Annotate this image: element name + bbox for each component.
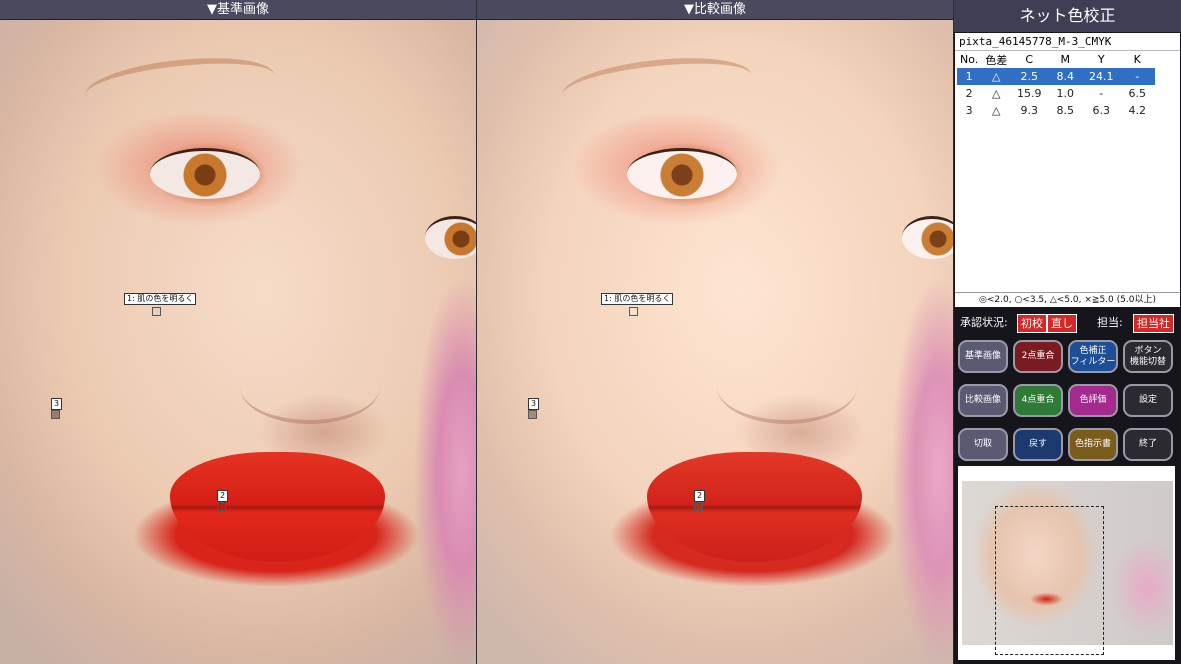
eye (150, 148, 260, 199)
eye-right (425, 216, 476, 259)
color-eval-button[interactable]: 色評価 (1068, 384, 1118, 417)
col-k: K (1133, 53, 1141, 66)
table-row[interactable]: 1 △ 2.5 8.4 24.1 - (957, 68, 1156, 85)
base-image-button[interactable]: 基準画像 (958, 340, 1008, 373)
marker-1-label[interactable]: 1: 肌の色を明るく (124, 293, 197, 305)
base-image[interactable]: 1: 肌の色を明るく 3 2 (0, 20, 476, 664)
approval-correction[interactable]: 直し (1047, 314, 1077, 333)
table-row[interactable]: 3 △ 9.3 8.5 6.3 4.2 (957, 102, 1155, 119)
marker-2-box[interactable] (694, 502, 703, 511)
marker-3-label[interactable]: 3 (528, 398, 540, 410)
marker-2-box[interactable] (217, 502, 226, 511)
color-filter-button[interactable]: 色補正 フィルター (1068, 340, 1118, 373)
toggle-function-button[interactable]: ボタン 機能切替 (1123, 340, 1173, 373)
col-c: C (1025, 53, 1034, 66)
nose (240, 350, 380, 424)
color-diff-legend: ◎<2.0, ○<3.5, △<5.0, ×≧5.0 (5.0以上) (955, 292, 1180, 307)
col-diff: 色差 (985, 53, 1008, 67)
preview-thumbnail (962, 481, 1173, 655)
color-instruction-button[interactable]: 色指示書 (1068, 428, 1118, 461)
base-image-pane: ▼基準画像 1: 肌の色を明るく 3 2 (0, 0, 476, 664)
eye (627, 148, 737, 199)
navigator-preview[interactable] (958, 466, 1175, 660)
marker-2-label[interactable]: 2 (694, 490, 706, 502)
compare-image-title[interactable]: ▼比較画像 (477, 0, 953, 20)
nose (717, 350, 857, 424)
col-no: No. (960, 53, 979, 66)
eyebrow (559, 50, 755, 120)
crop-button[interactable]: 切取 (958, 428, 1008, 461)
lips (170, 452, 385, 562)
approval-row: 承認状況: 初校 直し 担当: 担当社 (954, 313, 1181, 333)
compare-image-pane: ▼比較画像 1: 肌の色を明るく 3 2 (477, 0, 953, 664)
viewport-rectangle[interactable] (995, 506, 1104, 655)
eyebrow (82, 50, 278, 120)
approval-first-proof[interactable]: 初校 (1017, 314, 1047, 333)
marker-1-box[interactable] (629, 307, 638, 316)
control-panel: ネット色校正 pixta_46145778_M-3_CMYK No. 色差 C … (954, 0, 1181, 664)
exit-button[interactable]: 終了 (1123, 428, 1173, 461)
col-y: Y (1097, 53, 1105, 66)
approval-label: 承認状況: (960, 316, 1008, 329)
marker-2-label[interactable]: 2 (217, 490, 229, 502)
settings-button[interactable]: 設定 (1123, 384, 1173, 417)
color-diff-box: pixta_46145778_M-3_CMYK No. 色差 C M Y K 1… (955, 33, 1180, 295)
lips (647, 452, 862, 562)
marker-3-box[interactable] (51, 410, 60, 419)
file-name: pixta_46145778_M-3_CMYK (955, 33, 1180, 51)
marker-1-label[interactable]: 1: 肌の色を明るく (601, 293, 674, 305)
compare-image[interactable]: 1: 肌の色を明るく 3 2 (477, 20, 953, 664)
two-point-overlay-button[interactable]: 2点重合 (1013, 340, 1063, 373)
table-row[interactable]: 2 △ 15.9 1.0 - 6.5 (957, 85, 1155, 102)
marker-3-label[interactable]: 3 (51, 398, 63, 410)
col-m: M (1060, 53, 1071, 66)
assignee-label: 担当: (1097, 316, 1123, 329)
four-point-overlay-button[interactable]: 4点重合 (1013, 384, 1063, 417)
undo-button[interactable]: 戻す (1013, 428, 1063, 461)
base-image-title[interactable]: ▼基準画像 (0, 0, 476, 20)
compare-image-button[interactable]: 比較画像 (958, 384, 1008, 417)
table-header: No. 色差 C M Y K (957, 51, 1155, 68)
assignee-tag[interactable]: 担当社 (1133, 314, 1174, 333)
panel-title: ネット色校正 (954, 0, 1181, 32)
marker-1-box[interactable] (152, 307, 161, 316)
marker-3-box[interactable] (528, 410, 537, 419)
color-diff-table: No. 色差 C M Y K 1 △ 2.5 8.4 24.1 - 2 △ 15… (957, 51, 1156, 119)
eye-right (902, 216, 953, 259)
